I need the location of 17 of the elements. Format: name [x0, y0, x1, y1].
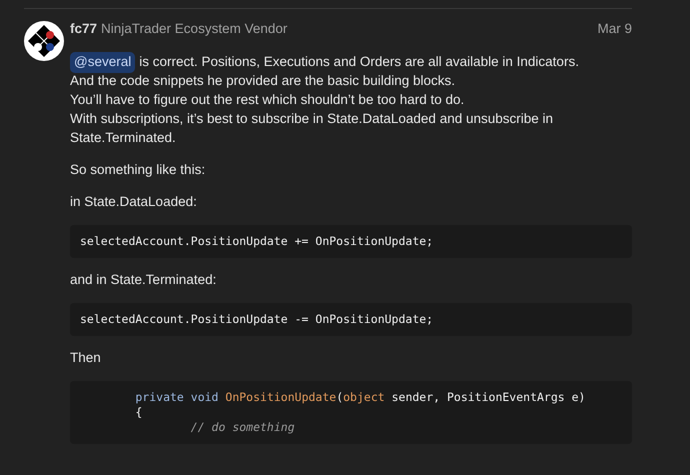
user-mention[interactable]: @several — [70, 52, 136, 73]
post-date[interactable]: Mar 9 — [597, 18, 632, 40]
body-text: is correct. Positions, Executions and Orders are all available in Indicators. — [139, 53, 579, 72]
username[interactable]: fc77 — [70, 18, 98, 40]
body-text: State.Terminated. — [70, 129, 176, 148]
code-block: selectedAccount.PositionUpdate += OnPositionUpdate; — [70, 225, 632, 258]
body-text: With subscriptions, it’s best to subscribe in State.DataLoaded and unsubscribe in — [70, 110, 554, 128]
body-text: Then — [70, 349, 101, 368]
code-block: private void OnPositionUpdate(object sender, PositionEventArgs e) { // do something — [70, 381, 632, 444]
body-text: You’ll have to figure out the rest which shouldn’t be too hard to do. — [70, 91, 464, 110]
body-text: and in State.Terminated: — [70, 271, 216, 290]
body-text: in State.DataLoaded: — [70, 193, 197, 212]
code-block: selectedAccount.PositionUpdate -= OnPositionUpdate; — [70, 303, 632, 336]
body-text: And the code snippets he provided are the basic building blocks. — [70, 72, 456, 90]
user-title: NinjaTrader Ecosystem Vendor — [101, 20, 288, 38]
body-text: So something like this: — [70, 161, 206, 180]
avatar-icon — [24, 21, 64, 61]
